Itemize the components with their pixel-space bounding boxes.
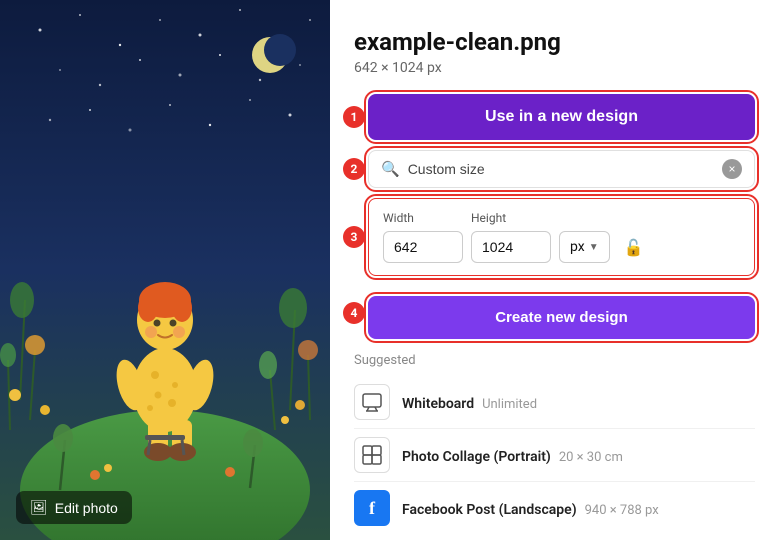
file-title: example-clean.png: [354, 28, 755, 56]
size-labels: Width Height: [383, 211, 740, 225]
facebook-icon: f: [354, 490, 390, 526]
step3-badge: 3: [343, 226, 365, 248]
lock-icon: 🔓: [624, 238, 644, 257]
whiteboard-icon: [354, 384, 390, 420]
image-preview-panel: 🖼 Edit photo: [0, 0, 330, 540]
image-background: [0, 0, 330, 540]
width-label: Width: [383, 211, 463, 225]
chevron-down-icon: ▼: [589, 242, 599, 253]
unit-value: px: [570, 239, 585, 255]
edit-photo-icon: 🖼: [30, 499, 48, 516]
search-icon: 🔍: [381, 160, 400, 178]
step4-badge: 4: [343, 302, 365, 324]
step3-row: 3 Width Height px ▼ 🔓: [354, 198, 755, 276]
right-panel: example-clean.png 642 × 1024 px 1 Use in…: [330, 0, 779, 540]
height-input[interactable]: [471, 231, 551, 263]
whiteboard-name: Whiteboard Unlimited: [402, 393, 537, 412]
facebook-name: Facebook Post (Landscape) 940 × 788 px: [402, 499, 659, 518]
step2-badge: 2: [343, 158, 365, 180]
suggested-item-photo-collage[interactable]: Photo Collage (Portrait) 20 × 30 cm: [354, 429, 755, 482]
suggested-item-facebook[interactable]: f Facebook Post (Landscape) 940 × 788 px: [354, 482, 755, 534]
step1-badge: 1: [343, 106, 365, 128]
suggested-item-whiteboard[interactable]: Whiteboard Unlimited: [354, 376, 755, 429]
step4-row: 4 Create new design: [354, 286, 755, 339]
photo-collage-name: Photo Collage (Portrait) 20 × 30 cm: [402, 446, 623, 465]
step1-row: 1 Use in a new design: [354, 94, 755, 140]
custom-size-search[interactable]: 🔍 ×: [368, 150, 755, 188]
edit-photo-label: Edit photo: [55, 500, 118, 516]
height-label: Height: [471, 211, 551, 225]
width-input[interactable]: [383, 231, 463, 263]
unit-select[interactable]: px ▼: [559, 231, 610, 263]
use-in-new-design-button[interactable]: Use in a new design: [368, 94, 755, 140]
suggested-label: Suggested: [354, 353, 755, 368]
edit-photo-button[interactable]: 🖼 Edit photo: [16, 491, 132, 524]
size-inputs: px ▼ 🔓: [383, 231, 740, 263]
custom-size-input[interactable]: [408, 161, 714, 177]
search-clear-button[interactable]: ×: [722, 159, 742, 179]
create-new-design-button[interactable]: Create new design: [368, 296, 755, 339]
photo-collage-icon: [354, 437, 390, 473]
step2-row: 2 🔍 ×: [354, 150, 755, 188]
custom-size-form: Width Height px ▼ 🔓: [368, 198, 755, 276]
file-dimensions: 642 × 1024 px: [354, 60, 755, 76]
